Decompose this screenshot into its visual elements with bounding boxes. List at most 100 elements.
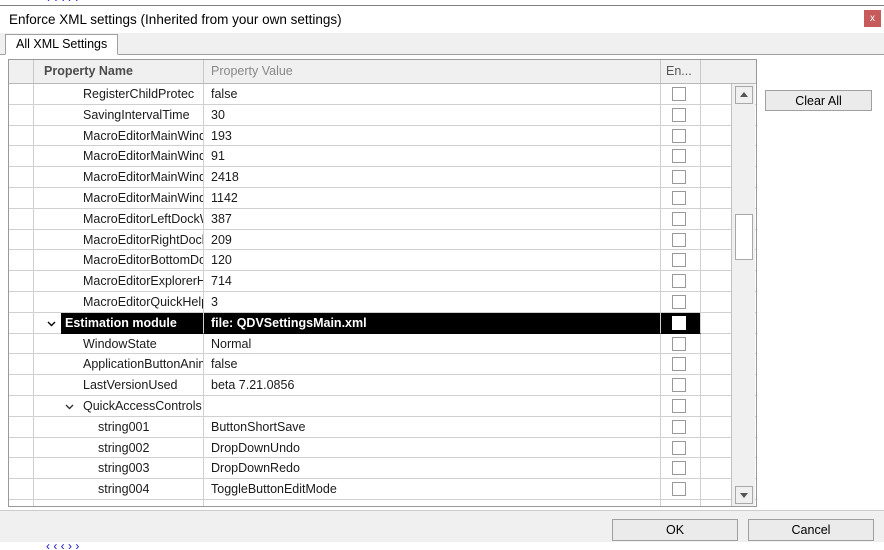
enabled-checkbox[interactable]	[672, 212, 686, 226]
property-name-cell[interactable]: MacroEditorMainWindo...	[79, 126, 204, 147]
tab-all-xml-settings[interactable]: All XML Settings	[5, 34, 118, 55]
cancel-button[interactable]: Cancel	[748, 519, 874, 541]
property-name-cell[interactable]: QuickAccessControls	[79, 396, 204, 417]
table-row[interactable]: MacroEditorExplorerHei...714	[9, 271, 756, 292]
enabled-checkbox[interactable]	[672, 170, 686, 184]
property-value-cell[interactable]: false	[204, 84, 661, 105]
column-header-property-value[interactable]: Property Value	[204, 60, 661, 83]
property-value-cell[interactable]: beta 7.21.0856	[204, 375, 661, 396]
table-row[interactable]: QuickAccessControls	[9, 396, 756, 417]
enabled-cell[interactable]	[661, 375, 701, 396]
property-name-cell[interactable]: MacroEditorBottomDock...	[79, 250, 204, 271]
property-value-cell[interactable]: false	[204, 354, 661, 375]
property-name-cell[interactable]: string004	[94, 479, 204, 500]
enabled-checkbox[interactable]	[672, 295, 686, 309]
enabled-cell[interactable]	[661, 230, 701, 251]
table-row[interactable]: MacroEditorRightDockW...209	[9, 230, 756, 251]
close-button[interactable]: x	[864, 10, 881, 27]
scrollbar-thumb[interactable]	[735, 214, 753, 260]
row-selector-cell[interactable]	[9, 396, 34, 417]
row-selector-cell[interactable]	[9, 271, 34, 292]
enabled-cell[interactable]	[661, 250, 701, 271]
table-row[interactable]: ApplicationButtonAnima...false	[9, 354, 756, 375]
table-row[interactable]: LastVersionUsedbeta 7.21.0856	[9, 375, 756, 396]
scroll-up-button[interactable]	[735, 86, 753, 104]
enabled-cell[interactable]	[661, 500, 701, 507]
property-value-cell[interactable]: DropDownUndo	[204, 438, 661, 459]
enabled-cell[interactable]	[661, 146, 701, 167]
table-row[interactable]: string002DropDownUndo	[9, 438, 756, 459]
row-selector-cell[interactable]	[9, 146, 34, 167]
enabled-checkbox[interactable]	[672, 129, 686, 143]
property-name-cell[interactable]	[94, 500, 204, 507]
chevron-down-icon[interactable]	[63, 400, 76, 413]
row-selector-cell[interactable]	[9, 417, 34, 438]
property-value-cell[interactable]: 91	[204, 146, 661, 167]
enabled-cell[interactable]	[661, 105, 701, 126]
row-selector-cell[interactable]	[9, 105, 34, 126]
scroll-down-button[interactable]	[735, 486, 753, 504]
property-value-cell[interactable]: 1142	[204, 188, 661, 209]
property-value-cell[interactable]	[204, 500, 661, 507]
column-header-enabled[interactable]: En...	[661, 60, 701, 83]
enabled-checkbox[interactable]	[672, 316, 686, 330]
table-row[interactable]: Estimation modulefile: QDVSettingsMain.x…	[9, 313, 756, 334]
enabled-cell[interactable]	[661, 271, 701, 292]
clear-all-button[interactable]: Clear All	[765, 90, 872, 111]
row-selector-cell[interactable]	[9, 84, 34, 105]
table-row[interactable]: string001ButtonShortSave	[9, 417, 756, 438]
column-header-property-name[interactable]: Property Name	[34, 60, 204, 83]
property-name-cell[interactable]: Estimation module	[61, 313, 204, 334]
row-selector-cell[interactable]	[9, 354, 34, 375]
row-selector-cell[interactable]	[9, 334, 34, 355]
table-row[interactable]: RegisterChildProtecfalse	[9, 84, 756, 105]
row-selector-cell[interactable]	[9, 292, 34, 313]
table-row[interactable]: MacroEditorMainWindo...91	[9, 146, 756, 167]
row-selector-cell[interactable]	[9, 209, 34, 230]
enabled-checkbox[interactable]	[672, 253, 686, 267]
property-name-cell[interactable]: RegisterChildProtec	[79, 84, 204, 105]
enabled-cell[interactable]	[661, 354, 701, 375]
property-name-cell[interactable]: string001	[94, 417, 204, 438]
enabled-checkbox[interactable]	[672, 149, 686, 163]
chevron-down-icon[interactable]	[45, 317, 58, 330]
property-name-cell[interactable]: MacroEditorRightDockW...	[79, 230, 204, 251]
property-name-cell[interactable]: LastVersionUsed	[79, 375, 204, 396]
table-row[interactable]: MacroEditorMainWindo...2418	[9, 167, 756, 188]
enabled-cell[interactable]	[661, 313, 701, 334]
enabled-checkbox[interactable]	[672, 378, 686, 392]
table-row[interactable]: MacroEditorMainWindo...193	[9, 126, 756, 147]
property-value-cell[interactable]: 193	[204, 126, 661, 147]
table-row[interactable]: SavingIntervalTime30	[9, 105, 756, 126]
enabled-cell[interactable]	[661, 438, 701, 459]
row-selector-cell[interactable]	[9, 375, 34, 396]
table-row[interactable]: MacroEditorBottomDock...120	[9, 250, 756, 271]
property-value-cell[interactable]: ToggleButtonEditMode	[204, 479, 661, 500]
property-name-cell[interactable]: MacroEditorMainWindo...	[79, 146, 204, 167]
property-value-cell[interactable]: 30	[204, 105, 661, 126]
property-name-cell[interactable]: WindowState	[79, 334, 204, 355]
enabled-checkbox[interactable]	[672, 274, 686, 288]
property-name-cell[interactable]: SavingIntervalTime	[79, 105, 204, 126]
enabled-checkbox[interactable]	[672, 233, 686, 247]
column-header-rowselector[interactable]	[9, 60, 34, 83]
table-row[interactable]: WindowStateNormal	[9, 334, 756, 355]
property-name-cell[interactable]: MacroEditorExplorerHei...	[79, 271, 204, 292]
grid-vertical-scrollbar[interactable]	[731, 84, 755, 507]
enabled-cell[interactable]	[661, 458, 701, 479]
enabled-cell[interactable]	[661, 334, 701, 355]
property-value-cell[interactable]: 714	[204, 271, 661, 292]
table-row[interactable]: MacroEditorMainWindo...1142	[9, 188, 756, 209]
row-selector-cell[interactable]	[9, 250, 34, 271]
enabled-checkbox[interactable]	[672, 399, 686, 413]
property-value-cell[interactable]: 2418	[204, 167, 661, 188]
enabled-cell[interactable]	[661, 126, 701, 147]
property-value-cell[interactable]: file: QDVSettingsMain.xml	[204, 313, 661, 334]
property-value-cell[interactable]: 209	[204, 230, 661, 251]
enabled-cell[interactable]	[661, 209, 701, 230]
row-selector-cell[interactable]	[9, 230, 34, 251]
enabled-checkbox[interactable]	[672, 337, 686, 351]
enabled-checkbox[interactable]	[672, 87, 686, 101]
property-name-cell[interactable]: string002	[94, 438, 204, 459]
table-row[interactable]	[9, 500, 756, 507]
